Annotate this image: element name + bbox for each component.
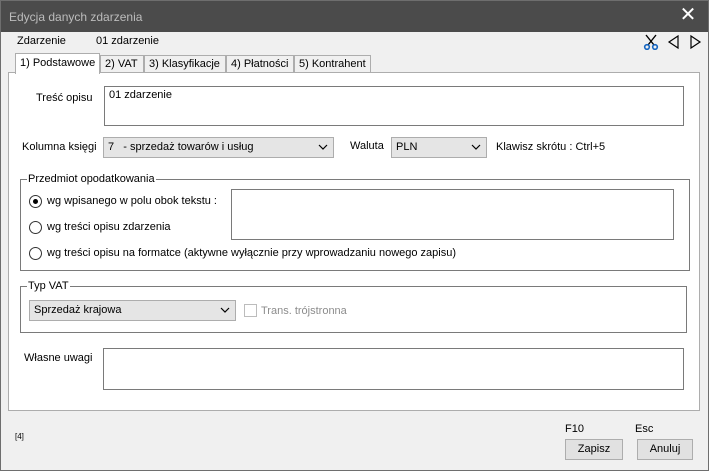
- save-shortcut: F10: [565, 423, 584, 435]
- shortcut-info: Klawisz skrótu : Ctrl+5: [496, 141, 606, 153]
- page-indicator: [4]: [15, 432, 24, 441]
- scissors-icon[interactable]: [643, 34, 659, 51]
- prev-icon[interactable]: [666, 34, 682, 50]
- radio-by-text-label: wg wpisanego w polu obok tekstu :: [47, 195, 217, 207]
- taxation-legend: Przedmiot opodatkowania: [27, 173, 156, 185]
- radio-by-description-label: wg treści opisu zdarzenia: [47, 221, 171, 233]
- vat-type-select-value: Sprzedaż krajowa: [34, 304, 122, 316]
- notes-label: Własne uwagi: [24, 352, 93, 364]
- event-label: Zdarzenie: [17, 35, 66, 47]
- cancel-shortcut: Esc: [635, 423, 654, 435]
- radio-by-form-description-label: wg treści opisu na formatce (aktywne wył…: [47, 247, 457, 259]
- close-button[interactable]: ✕: [676, 4, 700, 28]
- tab-klasyfikacje[interactable]: 3) Klasyfikacje: [144, 55, 226, 73]
- triangular-label: Trans. trójstronna: [261, 305, 347, 317]
- description-label: Treść opisu: [36, 92, 93, 104]
- column-label: Kolumna księgi: [22, 141, 97, 153]
- next-icon[interactable]: [687, 34, 703, 50]
- chevron-down-icon: [471, 144, 481, 150]
- tab-platnosci[interactable]: 4) Płatności: [226, 55, 294, 73]
- taxation-group: Przedmiot opodatkowania wg wpisanego w p…: [20, 173, 690, 271]
- vat-type-group: Typ VAT Sprzedaż krajowa Trans. trójstro…: [20, 280, 687, 333]
- description-field[interactable]: 01 zdarzenie: [104, 86, 684, 126]
- cancel-button[interactable]: Anuluj: [637, 439, 693, 460]
- event-value: 01 zdarzenie: [96, 35, 159, 47]
- save-button[interactable]: Zapisz: [565, 439, 623, 460]
- tab-kontrahent[interactable]: 5) Kontrahent: [294, 55, 371, 73]
- column-select-value: 7 - sprzedaż towarów i usług: [108, 141, 254, 153]
- triangular-checkbox[interactable]: [244, 304, 257, 317]
- currency-label: Waluta: [350, 140, 384, 152]
- tab-vat[interactable]: 2) VAT: [100, 55, 144, 73]
- radio-by-form-description[interactable]: [29, 247, 42, 260]
- taxation-text-field[interactable]: [231, 189, 674, 240]
- dialog-window: Edycja danych zdarzenia ✕ Zdarzenie 01 z…: [0, 0, 709, 471]
- column-select[interactable]: 7 - sprzedaż towarów i usług: [103, 137, 334, 158]
- radio-by-description[interactable]: [29, 221, 42, 234]
- radio-by-text[interactable]: [29, 195, 42, 208]
- tab-podstawowe[interactable]: 1) Podstawowe: [15, 53, 100, 74]
- tab-panel-podstawowe: Treść opisu 01 zdarzenie Kolumna księgi …: [8, 72, 700, 411]
- currency-select[interactable]: PLN: [391, 137, 487, 158]
- chevron-down-icon: [318, 144, 328, 150]
- vat-type-select[interactable]: Sprzedaż krajowa: [29, 300, 236, 321]
- title-bar: Edycja danych zdarzenia ✕: [1, 1, 708, 32]
- chevron-down-icon: [220, 307, 230, 313]
- notes-field[interactable]: [103, 348, 684, 390]
- currency-select-value: PLN: [396, 141, 418, 153]
- window-title: Edycja danych zdarzenia: [9, 10, 143, 24]
- vat-type-legend: Typ VAT: [27, 280, 70, 292]
